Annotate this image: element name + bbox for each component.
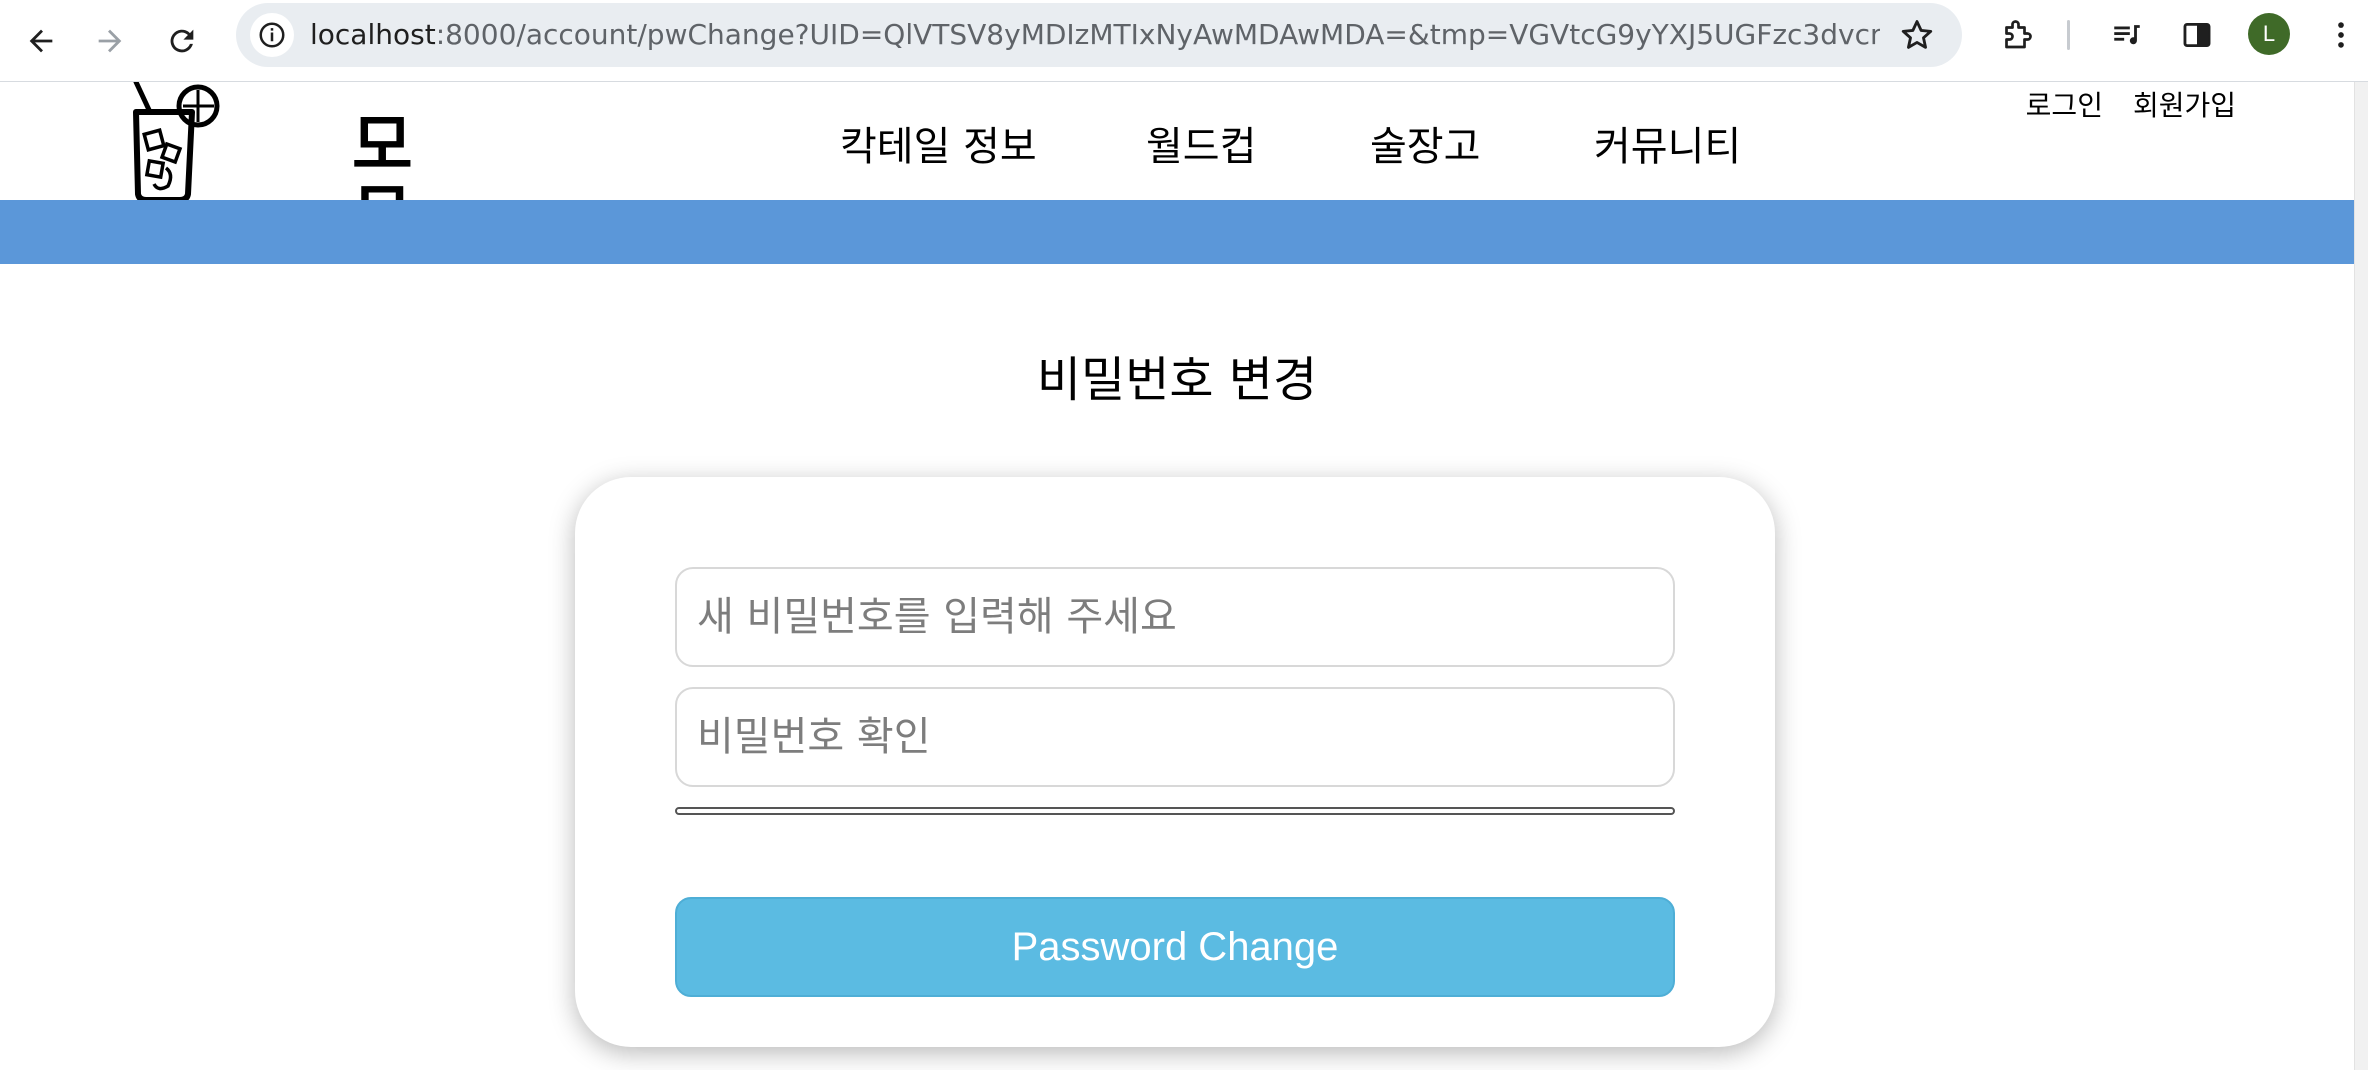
url-path: :8000/account/pwChange?UID=QlVTSV8yMDIzM… bbox=[435, 18, 1880, 51]
extensions-puzzle-icon[interactable] bbox=[1996, 14, 2038, 56]
forward-arrow-icon bbox=[98, 29, 122, 53]
reload-button[interactable] bbox=[155, 14, 209, 68]
more-menu-icon[interactable] bbox=[2320, 14, 2362, 56]
side-panel-icon[interactable] bbox=[2176, 14, 2218, 56]
toolbar-divider bbox=[2067, 20, 2070, 50]
profile-avatar[interactable]: L bbox=[2248, 13, 2290, 55]
back-arrow-icon bbox=[29, 29, 53, 53]
bookmark-star-icon[interactable] bbox=[1898, 16, 1936, 54]
login-link[interactable]: 로그인 bbox=[2026, 88, 2103, 124]
page-scrollbar[interactable] bbox=[2354, 82, 2368, 1070]
confirm-password-input[interactable] bbox=[675, 687, 1675, 787]
auth-links: 로그인 회원가입 bbox=[2026, 88, 2236, 124]
browser-toolbar: localhost:8000/account/pwChange?UID=QlVT… bbox=[0, 0, 2368, 82]
header-banner-band bbox=[0, 200, 2354, 264]
nav-item-community[interactable]: 커뮤니티 bbox=[1594, 122, 1741, 172]
signup-link[interactable]: 회원가입 bbox=[2133, 88, 2236, 124]
media-control-icon[interactable] bbox=[2106, 14, 2148, 56]
new-password-input[interactable] bbox=[675, 567, 1675, 667]
url-text[interactable]: localhost:8000/account/pwChange?UID=QlVT… bbox=[310, 18, 1880, 52]
password-change-button[interactable]: Password Change bbox=[675, 897, 1675, 997]
reload-icon bbox=[170, 29, 194, 53]
page-title: 비밀번호 변경 bbox=[1036, 352, 1318, 408]
address-bar[interactable]: localhost:8000/account/pwChange?UID=QlVT… bbox=[236, 3, 1962, 67]
nav-item-liquor-cabinet[interactable]: 술장고 bbox=[1370, 122, 1480, 172]
url-host: localhost bbox=[310, 18, 436, 51]
password-strength-bar bbox=[675, 807, 1675, 815]
nav-item-cocktail-info[interactable]: 칵테일 정보 bbox=[840, 122, 1037, 172]
site-info-icon[interactable] bbox=[250, 13, 294, 57]
forward-button[interactable] bbox=[83, 14, 137, 68]
password-change-card: Password Change bbox=[575, 477, 1775, 1047]
main-nav: 칵테일 정보 월드컵 술장고 커뮤니티 bbox=[0, 122, 2354, 182]
site-header: 모몰 칵테일 정보 월드컵 술장고 커뮤니티 로그인 회원가입 bbox=[0, 82, 2354, 254]
nav-item-worldcup[interactable]: 월드컵 bbox=[1146, 122, 1256, 172]
back-button[interactable] bbox=[14, 14, 68, 68]
